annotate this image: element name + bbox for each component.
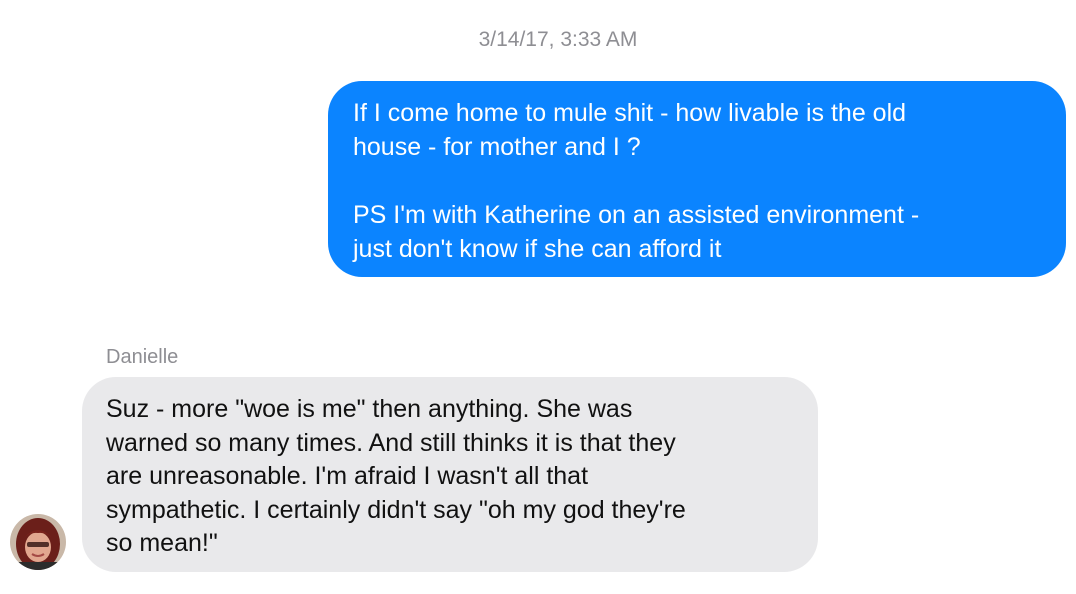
sender-name: Danielle: [106, 346, 179, 368]
incoming-message-bubble[interactable]: Suz - more "woe is me" then anything. Sh…: [82, 377, 818, 572]
message-timestamp: 3/14/17, 3:33 AM: [478, 28, 638, 51]
outgoing-message-bubble[interactable]: If I come home to mule shit - how livabl…: [328, 81, 1066, 277]
contact-avatar-photo-icon: [10, 514, 66, 570]
avatar[interactable]: [10, 514, 66, 570]
